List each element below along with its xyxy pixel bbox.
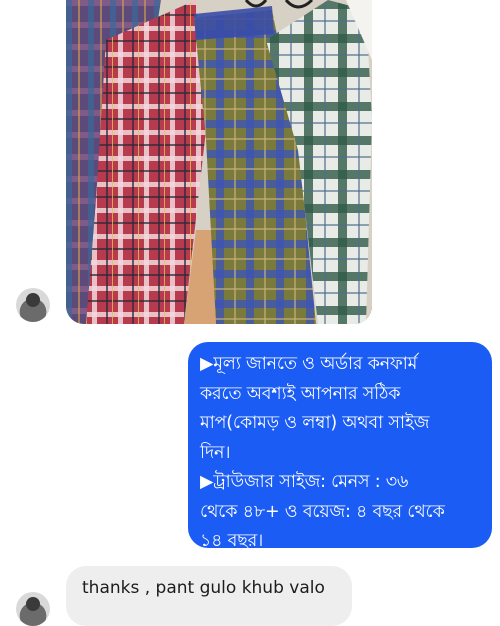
message-line: মাপ(কোমড় ও লম্বা) অথবা সাইজ (200, 413, 430, 433)
incoming-message-bubble[interactable]: thanks , pant gulo khub valo (66, 566, 352, 626)
checkered-trousers-image (66, 0, 372, 324)
message-line: ▶মূল্য জানতে ও অর্ডার কনফার্ম (200, 354, 418, 374)
shared-photo[interactable] (66, 0, 372, 324)
contact-avatar[interactable] (16, 592, 50, 626)
message-line: দিন। (200, 442, 231, 463)
message-line: করতে অবশ্যই আপনার সঠিক (200, 383, 401, 404)
message-text: thanks , pant gulo khub valo (82, 578, 325, 598)
outgoing-message-bubble[interactable]: ▶মূল্য জানতে ও অর্ডার কনফার্ম করতে অবশ্য… (188, 342, 492, 551)
message-line: থেকে ৪৮+ ও বয়েজ: ৪ বছর থেকে (200, 501, 445, 522)
message-line: ১৪ বছর। (200, 531, 264, 551)
message-line: ▶ট্রাউজার সাইজ: মেনস : ৩৬ (200, 472, 409, 492)
chat-thread: ▶মূল্য জানতে ও অর্ডার কনফার্ম করতে অবশ্য… (0, 0, 500, 626)
contact-avatar[interactable] (16, 288, 50, 322)
